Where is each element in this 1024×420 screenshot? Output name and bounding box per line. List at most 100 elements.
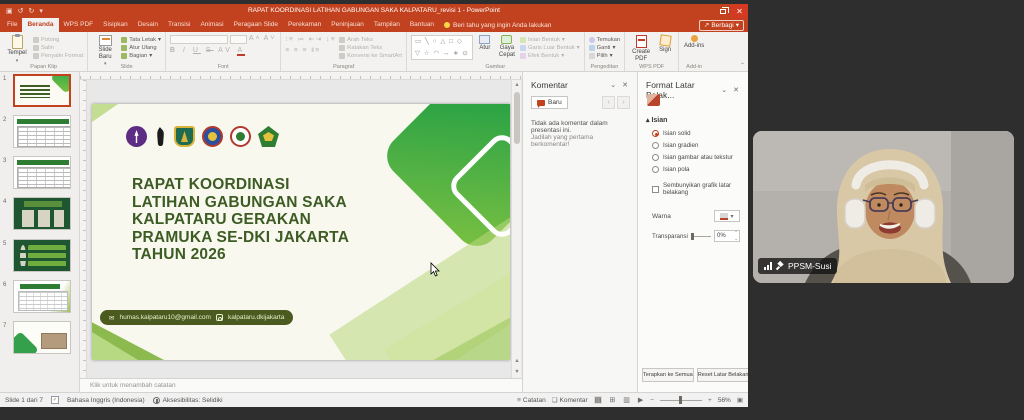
align-right-icon[interactable]: ≡: [303, 47, 308, 54]
participant-video-tile[interactable]: PPSM-Susi: [753, 131, 1014, 283]
slide-thumbnail-7[interactable]: [13, 321, 71, 354]
slide-thumbnail-2[interactable]: [13, 115, 71, 148]
customize-qat-icon[interactable]: ▾: [39, 7, 43, 15]
columns-icon[interactable]: ‖≡: [311, 47, 320, 54]
slide-title[interactable]: RAPAT KOORDINASI LATIHAN GABUNGAN SAKA K…: [132, 176, 442, 264]
underline-icon[interactable]: U: [193, 47, 201, 54]
notes-toggle[interactable]: ≡Catatan: [517, 397, 546, 404]
bullets-icon[interactable]: ⁝≡: [285, 36, 294, 43]
color-dropdown-button[interactable]: ▾: [714, 210, 740, 222]
align-left-icon[interactable]: ≡: [285, 47, 290, 54]
apply-to-all-button[interactable]: Terapkan ke Semua: [642, 368, 694, 382]
slide-canvas[interactable]: RAPAT KOORDINASI LATIHAN GABUNGAN SAKA K…: [92, 104, 510, 360]
italic-icon[interactable]: I: [183, 47, 188, 54]
font-name-input[interactable]: [170, 35, 228, 44]
numbering-icon[interactable]: ≔: [298, 36, 306, 43]
align-text-button[interactable]: Ratakan Teks: [339, 45, 402, 51]
create-pdf-button[interactable]: Create PDF: [629, 35, 653, 62]
notes-pane[interactable]: Klik untuk menambah catatan: [80, 378, 522, 392]
new-comment-button[interactable]: Baru: [531, 96, 568, 109]
tab-file[interactable]: File: [2, 18, 22, 32]
tab-animasi[interactable]: Animasi: [195, 18, 228, 32]
shape-fill-button[interactable]: Isian Bentuk ▾: [520, 37, 580, 43]
zoom-in-button[interactable]: +: [708, 397, 712, 404]
zoom-slider[interactable]: [660, 400, 702, 401]
close-window-button[interactable]: ✕: [731, 4, 748, 18]
slide-thumbnail-1[interactable]: [13, 74, 71, 107]
font-size-input[interactable]: [230, 35, 247, 44]
chevron-down-icon[interactable]: ⌄: [607, 81, 619, 89]
transparency-spinbox[interactable]: 0%: [714, 230, 740, 242]
redo-icon[interactable]: ↻: [29, 7, 35, 15]
undo-icon[interactable]: ↺: [18, 7, 24, 15]
collapse-ribbon-icon[interactable]: ⌃: [740, 62, 745, 69]
next-slide-button[interactable]: ▼: [512, 367, 522, 378]
slide-thumbnail-3[interactable]: [13, 156, 71, 189]
tab-beranda[interactable]: Beranda: [22, 18, 58, 32]
line-spacing-icon[interactable]: ↕≡: [326, 36, 336, 43]
addins-button[interactable]: Add-ins: [683, 35, 705, 50]
paste-button[interactable]: Tempel ▾: [4, 35, 30, 64]
previous-comment-button[interactable]: ‹: [602, 96, 615, 109]
next-comment-button[interactable]: ›: [617, 96, 630, 109]
scroll-up-icon[interactable]: ▲: [512, 80, 522, 90]
cut-button[interactable]: Potong: [33, 37, 83, 43]
save-icon[interactable]: ▣: [6, 7, 13, 15]
chevron-down-icon[interactable]: ⌄: [718, 86, 730, 94]
hide-background-checkbox[interactable]: Sembunyikan grafik latar belakang: [652, 182, 748, 196]
zoom-out-button[interactable]: −: [650, 397, 654, 404]
align-center-icon[interactable]: ≡: [294, 47, 299, 54]
tab-sisipkan[interactable]: Sisipkan: [98, 18, 133, 32]
slideshow-view-button[interactable]: ▶: [637, 396, 644, 404]
tab-peninjauan[interactable]: Peninjauan: [326, 18, 369, 32]
tab-bantuan[interactable]: Bantuan: [405, 18, 439, 32]
replace-button[interactable]: Ganti ▾: [589, 45, 621, 51]
zoom-percentage[interactable]: 56%: [718, 397, 731, 404]
text-direction-button[interactable]: Arah Teks: [339, 37, 402, 43]
tab-peragaan-slide[interactable]: Peragaan Slide: [229, 18, 283, 32]
copy-button[interactable]: Salin: [33, 45, 83, 51]
tab-wps-pdf[interactable]: WPS PDF: [59, 18, 99, 32]
strikethrough-icon[interactable]: S: [206, 47, 214, 54]
tab-perekaman[interactable]: Perekaman: [283, 18, 326, 32]
reading-view-button[interactable]: ▥: [622, 396, 631, 404]
tab-desain[interactable]: Desain: [133, 18, 163, 32]
slide-thumbnail-4[interactable]: [13, 197, 71, 230]
tab-transisi[interactable]: Transisi: [163, 18, 196, 32]
canvas-scrollbar[interactable]: ▲ ▲ ▼: [511, 80, 521, 378]
accessibility-status[interactable]: Aksesibilitas: Selidiki: [153, 397, 223, 404]
slide-thumbnail-5[interactable]: [13, 239, 71, 272]
bold-icon[interactable]: B: [170, 47, 178, 54]
language-status[interactable]: Bahasa Inggris (Indonesia): [67, 397, 145, 404]
slide-sorter-view-button[interactable]: ⊞: [608, 396, 616, 404]
grow-font-icon[interactable]: A˄: [249, 35, 262, 44]
new-slide-button[interactable]: Slide Baru ▾: [92, 35, 118, 67]
close-icon[interactable]: ✕: [730, 86, 742, 94]
close-icon[interactable]: ✕: [619, 81, 631, 89]
spell-check-icon[interactable]: ✓: [51, 396, 59, 404]
arrange-button[interactable]: Atur: [476, 35, 494, 52]
sign-button[interactable]: Sign: [656, 35, 674, 54]
shrink-font-icon[interactable]: A˅: [264, 35, 277, 44]
find-button[interactable]: Temukan: [589, 37, 621, 43]
previous-slide-button[interactable]: ▲: [512, 356, 522, 367]
fill-pattern-radio[interactable]: Isian pola: [652, 166, 690, 173]
section-button[interactable]: Bagian ▾: [121, 53, 161, 59]
comments-toggle[interactable]: ❏Komentar: [552, 396, 588, 404]
quick-styles-button[interactable]: Gaya Cepat: [497, 35, 517, 58]
fill-gradient-radio[interactable]: Isian gradien: [652, 142, 698, 149]
smartart-button[interactable]: Konversi ke SmartArt: [339, 53, 402, 59]
normal-view-button[interactable]: ▤: [594, 396, 603, 404]
fit-to-window-icon[interactable]: ▣: [737, 396, 743, 404]
fill-solid-radio[interactable]: Isian solid: [652, 130, 691, 137]
fill-bucket-icon[interactable]: [647, 94, 660, 106]
format-painter-button[interactable]: Penyalin Format: [33, 53, 83, 59]
scrollbar-thumb[interactable]: [514, 92, 520, 144]
share-button[interactable]: ↗ Berbagi ▾: [699, 20, 744, 31]
reset-button[interactable]: Atur Ulang: [121, 45, 161, 51]
slide-thumbnail-6[interactable]: [13, 280, 71, 313]
character-spacing-icon[interactable]: AV: [218, 47, 233, 54]
contact-pill[interactable]: ✉ humas.kalpataru10@gmail.com kalpataru.…: [100, 310, 293, 325]
tab-tampilan[interactable]: Tampilan: [369, 18, 405, 32]
layout-button[interactable]: Tata Letak ▾: [121, 37, 161, 43]
